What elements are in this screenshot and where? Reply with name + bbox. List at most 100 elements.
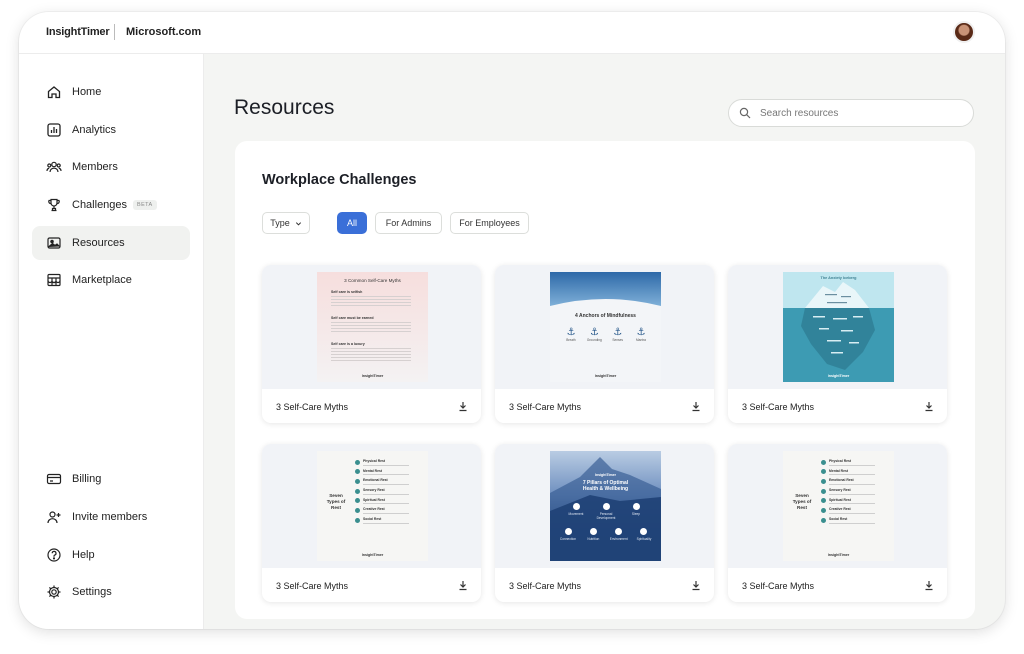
- poster-title: The Anxiety Iceberg: [820, 276, 857, 280]
- anchors-poster: 4 Anchors of Mindfulness ⚓ Breath ⚓ Ground…: [550, 272, 661, 382]
- rest-item-label: Spiritual Rest: [829, 497, 851, 502]
- app-window: InsightTimer Microsoft.com Home Analytic…: [19, 12, 1005, 629]
- card-thumbnail: 3 Common Self-Care Myths Self care is se…: [262, 265, 481, 389]
- poster-myth-3: Self care is a luxury: [331, 342, 411, 362]
- pillar-item: Movement: [564, 503, 588, 521]
- poster-title: Seven Types of Rest: [326, 493, 346, 510]
- type-filter-label: Type: [270, 218, 290, 228]
- rest-list-item: Sensory Rest: [355, 488, 409, 495]
- rest-list-item: Emotional Rest: [821, 478, 875, 485]
- pillar-icon: [632, 503, 640, 510]
- check-icon: [821, 469, 826, 475]
- pillar-item: Environment: [607, 528, 631, 541]
- sidebar-item-settings[interactable]: Settings: [32, 575, 190, 609]
- pillars-poster: InsightTimer 7 Pillars of Optimal Health…: [550, 451, 661, 561]
- user-plus-icon: [46, 509, 62, 525]
- filter-chip-all[interactable]: All: [337, 212, 367, 234]
- rest-poster: Seven Types of Rest Physical Rest Mental …: [317, 451, 428, 561]
- poster-title: Seven Types of Rest: [792, 493, 812, 510]
- rest-list-item: Mental Rest: [821, 469, 875, 476]
- check-icon: [355, 507, 360, 513]
- rest-poster: Seven Types of Rest Physical Rest Mental …: [783, 451, 894, 561]
- sidebar-item-challenges[interactable]: Challenges BETA: [32, 188, 190, 222]
- card-thumbnail: Seven Types of Rest Physical Rest Mental …: [262, 444, 481, 568]
- resource-card[interactable]: The Anxiety Iceberg InsightTimer 3 Self-…: [728, 265, 947, 423]
- anchor-icon: ⚓: [613, 327, 623, 338]
- rest-list-item: Emotional Rest: [355, 478, 409, 485]
- rest-item-label: Sensory Rest: [829, 488, 851, 493]
- sidebar-item-help[interactable]: Help: [32, 538, 190, 572]
- download-icon[interactable]: [457, 579, 469, 591]
- download-icon[interactable]: [690, 400, 702, 412]
- sidebar-item-invite[interactable]: Invite members: [32, 500, 190, 534]
- resource-card[interactable]: InsightTimer 7 Pillars of Optimal Health…: [495, 444, 714, 602]
- top-bar: InsightTimer Microsoft.com: [19, 12, 1005, 54]
- card-title: 3 Self-Care Myths: [509, 402, 582, 412]
- card-title: 3 Self-Care Myths: [742, 402, 815, 412]
- card-title: 3 Self-Care Myths: [509, 581, 582, 591]
- sidebar-item-members[interactable]: Members: [32, 150, 190, 184]
- filter-chip-admins[interactable]: For Admins: [375, 212, 442, 234]
- sidebar-item-label: Challenges: [72, 199, 128, 211]
- anchor-item: ⚓ Mantra: [630, 327, 652, 342]
- poster-brand: InsightTimer: [595, 473, 616, 477]
- poster-logo: InsightTimer: [827, 553, 850, 557]
- gear-icon: [46, 584, 62, 600]
- check-icon: [821, 459, 826, 465]
- check-icon: [355, 498, 360, 504]
- chevron-down-icon: [295, 221, 301, 225]
- type-filter-dropdown[interactable]: Type: [262, 212, 310, 234]
- user-avatar[interactable]: [953, 21, 975, 43]
- page-title: Resources: [234, 96, 335, 119]
- pillar-icon: [615, 528, 623, 535]
- poster-title: 7 Pillars of Optimal Health & Wellbeing: [582, 480, 629, 493]
- sidebar: Home Analytics Members Challenges BETA R…: [19, 54, 204, 629]
- sidebar-item-label: Settings: [72, 586, 112, 598]
- download-icon[interactable]: [457, 400, 469, 412]
- myths-poster: 3 Common Self-Care Myths Self care is se…: [317, 272, 428, 382]
- resource-card[interactable]: Seven Types of Rest Physical Rest Mental …: [728, 444, 947, 602]
- card-thumbnail: Seven Types of Rest Physical Rest Mental …: [728, 444, 947, 568]
- store-icon: [46, 272, 62, 288]
- card-title: 3 Self-Care Myths: [276, 402, 349, 412]
- sidebar-item-label: Help: [72, 549, 95, 561]
- search-input[interactable]: [760, 107, 960, 119]
- poster-logo: InsightTimer: [827, 374, 850, 378]
- rest-item-label: Creative Rest: [363, 507, 385, 512]
- sidebar-item-analytics[interactable]: Analytics: [32, 113, 190, 147]
- filter-chip-employees[interactable]: For Employees: [450, 212, 529, 234]
- download-icon[interactable]: [923, 400, 935, 412]
- sidebar-item-home[interactable]: Home: [32, 75, 190, 109]
- anchor-icon: ⚓: [566, 327, 576, 338]
- image-icon: [46, 235, 62, 251]
- resource-card[interactable]: 4 Anchors of Mindfulness ⚓ Breath ⚓ Ground…: [495, 265, 714, 423]
- rest-list-item: Mental Rest: [355, 469, 409, 476]
- poster-myth-2: Self care must be earned: [331, 316, 411, 334]
- sidebar-item-resources[interactable]: Resources: [32, 226, 190, 260]
- rest-item-label: Social Rest: [829, 517, 848, 522]
- anchor-row: ⚓ Breath ⚓ Grounding ⚓ Senses ⚓ Mantra: [560, 327, 652, 342]
- sidebar-item-label: Billing: [72, 473, 102, 485]
- search-icon: [739, 107, 751, 119]
- resource-card[interactable]: 3 Common Self-Care Myths Self care is se…: [262, 265, 481, 423]
- resources-panel: Workplace Challenges Type All For Admins…: [235, 141, 975, 619]
- anchor-item: ⚓ Senses: [607, 327, 629, 342]
- sidebar-item-label: Analytics: [72, 124, 117, 136]
- anchor-icon: ⚓: [589, 327, 599, 338]
- download-icon[interactable]: [690, 579, 702, 591]
- poster-title: 4 Anchors of Mindfulness: [575, 313, 636, 319]
- rest-item-label: Physical Rest: [829, 459, 852, 463]
- pillar-item: Nutrition: [581, 528, 605, 541]
- sidebar-item-billing[interactable]: Billing: [32, 462, 190, 496]
- sidebar-item-label: Resources: [72, 237, 125, 249]
- chart-icon: [46, 122, 62, 138]
- resource-card[interactable]: Seven Types of Rest Physical Rest Mental …: [262, 444, 481, 602]
- check-icon: [821, 498, 826, 504]
- sidebar-item-marketplace[interactable]: Marketplace: [32, 263, 190, 297]
- check-icon: [821, 517, 826, 523]
- brand-logo[interactable]: InsightTimer: [46, 26, 110, 38]
- organization-name: Microsoft.com: [126, 26, 202, 38]
- download-icon[interactable]: [923, 579, 935, 591]
- sidebar-item-label: Members: [72, 161, 118, 173]
- search-box[interactable]: [728, 99, 974, 127]
